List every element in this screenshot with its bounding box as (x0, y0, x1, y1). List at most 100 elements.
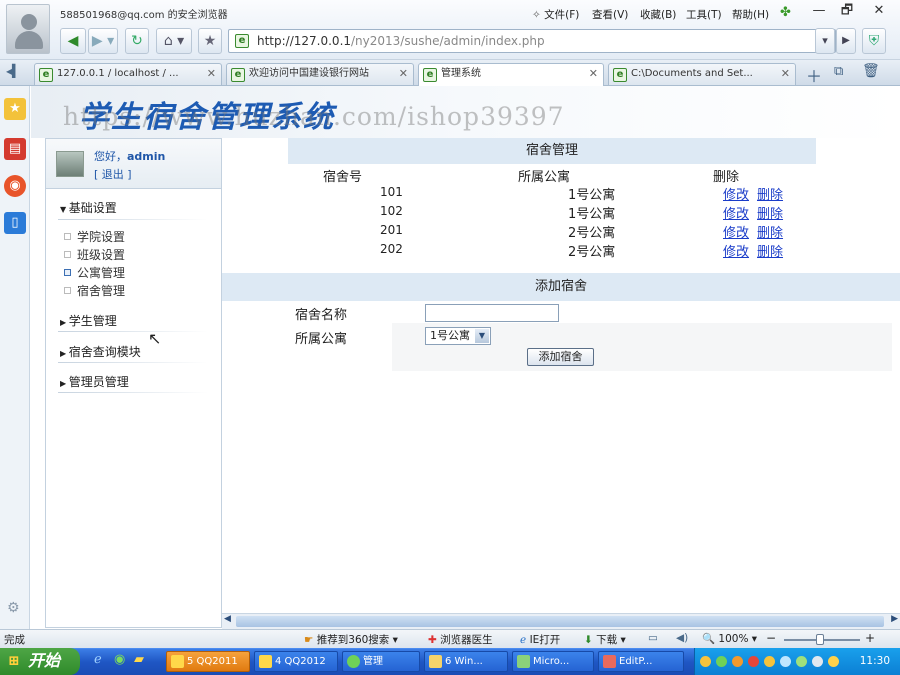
zoom-slider-knob[interactable] (816, 634, 824, 645)
speaker-icon[interactable]: ◀) (676, 632, 688, 644)
taskbar-item-qq2011[interactable]: 5 QQ2011 (166, 651, 250, 672)
screen-icon[interactable]: ▭ (648, 632, 658, 644)
chevron-down-icon: ▼ (475, 329, 489, 343)
scroll-right-icon[interactable]: ▶ (891, 614, 898, 624)
nav-item-college-settings[interactable]: 学院设置 (64, 228, 125, 245)
menu-help[interactable]: 帮助(H) (732, 7, 769, 22)
tab-close-icon[interactable]: ✕ (589, 64, 598, 84)
nav-item-apartment-management[interactable]: 公寓管理 (64, 264, 125, 281)
close-window-button[interactable]: ✕ (866, 2, 892, 22)
mobile-icon[interactable]: ▯ (4, 212, 26, 234)
clover-icon[interactable]: ✤ (780, 5, 791, 20)
back-arrow-icon[interactable]: ◀ (60, 28, 86, 54)
tab-ccb-bank[interactable]: e 欢迎访问中国建设银行网站 ✕ (226, 63, 414, 85)
taskbar-item-qq2012[interactable]: 4 QQ2012 (254, 651, 338, 672)
edit-link[interactable]: 修改 (723, 241, 749, 260)
tray-qq-icon[interactable] (700, 656, 711, 667)
nav-group-admin-management[interactable]: ▶ 管理员管理 (60, 373, 129, 390)
delete-link[interactable]: 删除 (757, 203, 783, 222)
taskbar-item-windows[interactable]: 6 Win... (424, 651, 508, 672)
clock[interactable]: 11:30 (860, 655, 890, 667)
minimize-button[interactable]: — (806, 2, 832, 22)
home-icon[interactable]: ⌂ ▾ (156, 28, 192, 54)
delete-link[interactable]: 删除 (757, 222, 783, 241)
weibo-icon[interactable]: ◉ (4, 175, 26, 197)
menu-tools[interactable]: 工具(T) (686, 7, 722, 22)
download-button[interactable]: ⬇ 下载 ▾ (584, 632, 626, 647)
dorm-name-input[interactable] (425, 304, 559, 322)
nav-group-dorm-query[interactable]: ▶ 宿舍查询模块 (60, 343, 141, 360)
edit-link[interactable]: 修改 (723, 203, 749, 222)
ie-quicklaunch-icon[interactable]: ℯ (94, 652, 102, 667)
tray-network-icon[interactable] (780, 656, 791, 667)
tray-penguin-icon[interactable] (732, 656, 743, 667)
ie-open-button[interactable]: ℯ IE打开 (520, 632, 560, 647)
address-bar[interactable]: e http://127.0.0.1/ny2013/sushe/admin/in… (228, 29, 836, 53)
settings-gear-icon[interactable]: ⚙ (7, 600, 20, 616)
menu-favorites[interactable]: 收藏(B) (640, 7, 676, 22)
menu-view[interactable]: 查看(V) (592, 7, 628, 22)
taskbar-item-editplus[interactable]: EditP... (598, 651, 684, 672)
new-tab-icon[interactable]: ＋ (806, 63, 822, 87)
folder-quicklaunch-icon[interactable]: ▰ (134, 652, 144, 667)
news-icon[interactable]: ▤ (4, 138, 26, 160)
apartment-select[interactable]: 1号公寓 ▼ (425, 327, 491, 345)
360-quicklaunch-icon[interactable]: ◉ (114, 652, 125, 667)
nav-group-label: 基础设置 (68, 201, 117, 215)
tray-volume-icon[interactable] (812, 656, 823, 667)
tab-close-icon[interactable]: ✕ (207, 64, 216, 84)
tab-close-icon[interactable]: ✕ (781, 64, 790, 84)
scroll-left-icon[interactable]: ◀ (224, 614, 231, 624)
menu-file[interactable]: ✧ 文件(F) (532, 7, 579, 22)
tray-shield-icon[interactable] (796, 656, 807, 667)
recommend-360-button[interactable]: ☛ 推荐到360搜索 ▾ (304, 632, 398, 647)
zoom-out-icon[interactable]: − (766, 631, 776, 645)
tab-restore-icon[interactable]: ⧉ (834, 64, 843, 79)
delete-link[interactable]: 删除 (757, 241, 783, 260)
browser-360-icon (347, 655, 360, 668)
address-url[interactable]: http://127.0.0.1/ny2013/sushe/admin/inde… (257, 34, 545, 48)
go-arrow-icon[interactable]: ▶ (836, 28, 856, 54)
address-dropdown-icon[interactable]: ▾ (815, 28, 835, 54)
tab-documents-folder[interactable]: e C:\Documents and Set... ✕ (608, 63, 796, 85)
tab-close-icon[interactable]: ✕ (399, 64, 408, 84)
trash-icon[interactable]: 🗑 (862, 63, 880, 79)
taskbar-item-admin[interactable]: 管理 (342, 651, 420, 672)
add-dorm-button[interactable]: 添加宿舍 (527, 348, 594, 366)
tray-penguin-icon[interactable] (748, 656, 759, 667)
horizontal-scrollbar[interactable]: ◀ ▶ (222, 613, 900, 629)
maximize-button[interactable]: 🗗 (834, 2, 860, 22)
forward-arrow-icon[interactable]: ▶ ▾ (88, 28, 118, 54)
expanded-arrow-icon: ▼ (60, 205, 69, 214)
tab-admin-system[interactable]: e 管理系统 ✕ (418, 63, 604, 87)
dorm-apartment: 2号公寓 (568, 226, 616, 241)
tab-phpmyadmin[interactable]: e 127.0.0.1 / localhost / ... ✕ (34, 63, 222, 85)
nav-group-label: 学生管理 (68, 314, 117, 328)
sidebar-toggle-icon[interactable]: ◂▍ (6, 64, 21, 78)
taskbar-item-microsoft[interactable]: Micro... (512, 651, 594, 672)
tray-penguin-icon[interactable] (764, 656, 775, 667)
app-window-icon (517, 655, 530, 668)
nav-group-student-management[interactable]: ▶ 学生管理 (60, 312, 117, 329)
favorites-star-icon[interactable]: ★ (4, 98, 26, 120)
tray-security-icon[interactable] (828, 656, 839, 667)
chevron-down-icon: ▾ (748, 633, 758, 645)
nav-group-basic-settings[interactable]: ▼ 基础设置 (60, 199, 117, 216)
zoom-in-icon[interactable]: + (865, 631, 875, 645)
refresh-icon[interactable]: ↻ (125, 28, 149, 54)
start-button[interactable]: ⊞ 开始 (0, 648, 80, 675)
delete-link[interactable]: 删除 (757, 184, 783, 203)
edit-link[interactable]: 修改 (723, 184, 749, 203)
tray-360-icon[interactable] (716, 656, 727, 667)
shield-icon[interactable]: ⛨ (862, 28, 886, 54)
user-avatar-icon[interactable] (6, 4, 50, 54)
nav-item-class-settings[interactable]: 班级设置 (64, 246, 125, 263)
star-icon[interactable]: ★ (198, 28, 222, 54)
nav-item-dorm-management[interactable]: 宿舍管理 (64, 282, 125, 299)
scrollbar-thumb[interactable] (236, 616, 884, 627)
browser-doctor-button[interactable]: ✚ 浏览器医生 (428, 632, 493, 647)
zoom-control[interactable]: 🔍 100% ▾ (702, 632, 757, 645)
logout-link[interactable]: [ 退出 ] (94, 166, 132, 182)
edit-link[interactable]: 修改 (723, 222, 749, 241)
mouse-cursor-icon: ↖ (148, 329, 162, 348)
